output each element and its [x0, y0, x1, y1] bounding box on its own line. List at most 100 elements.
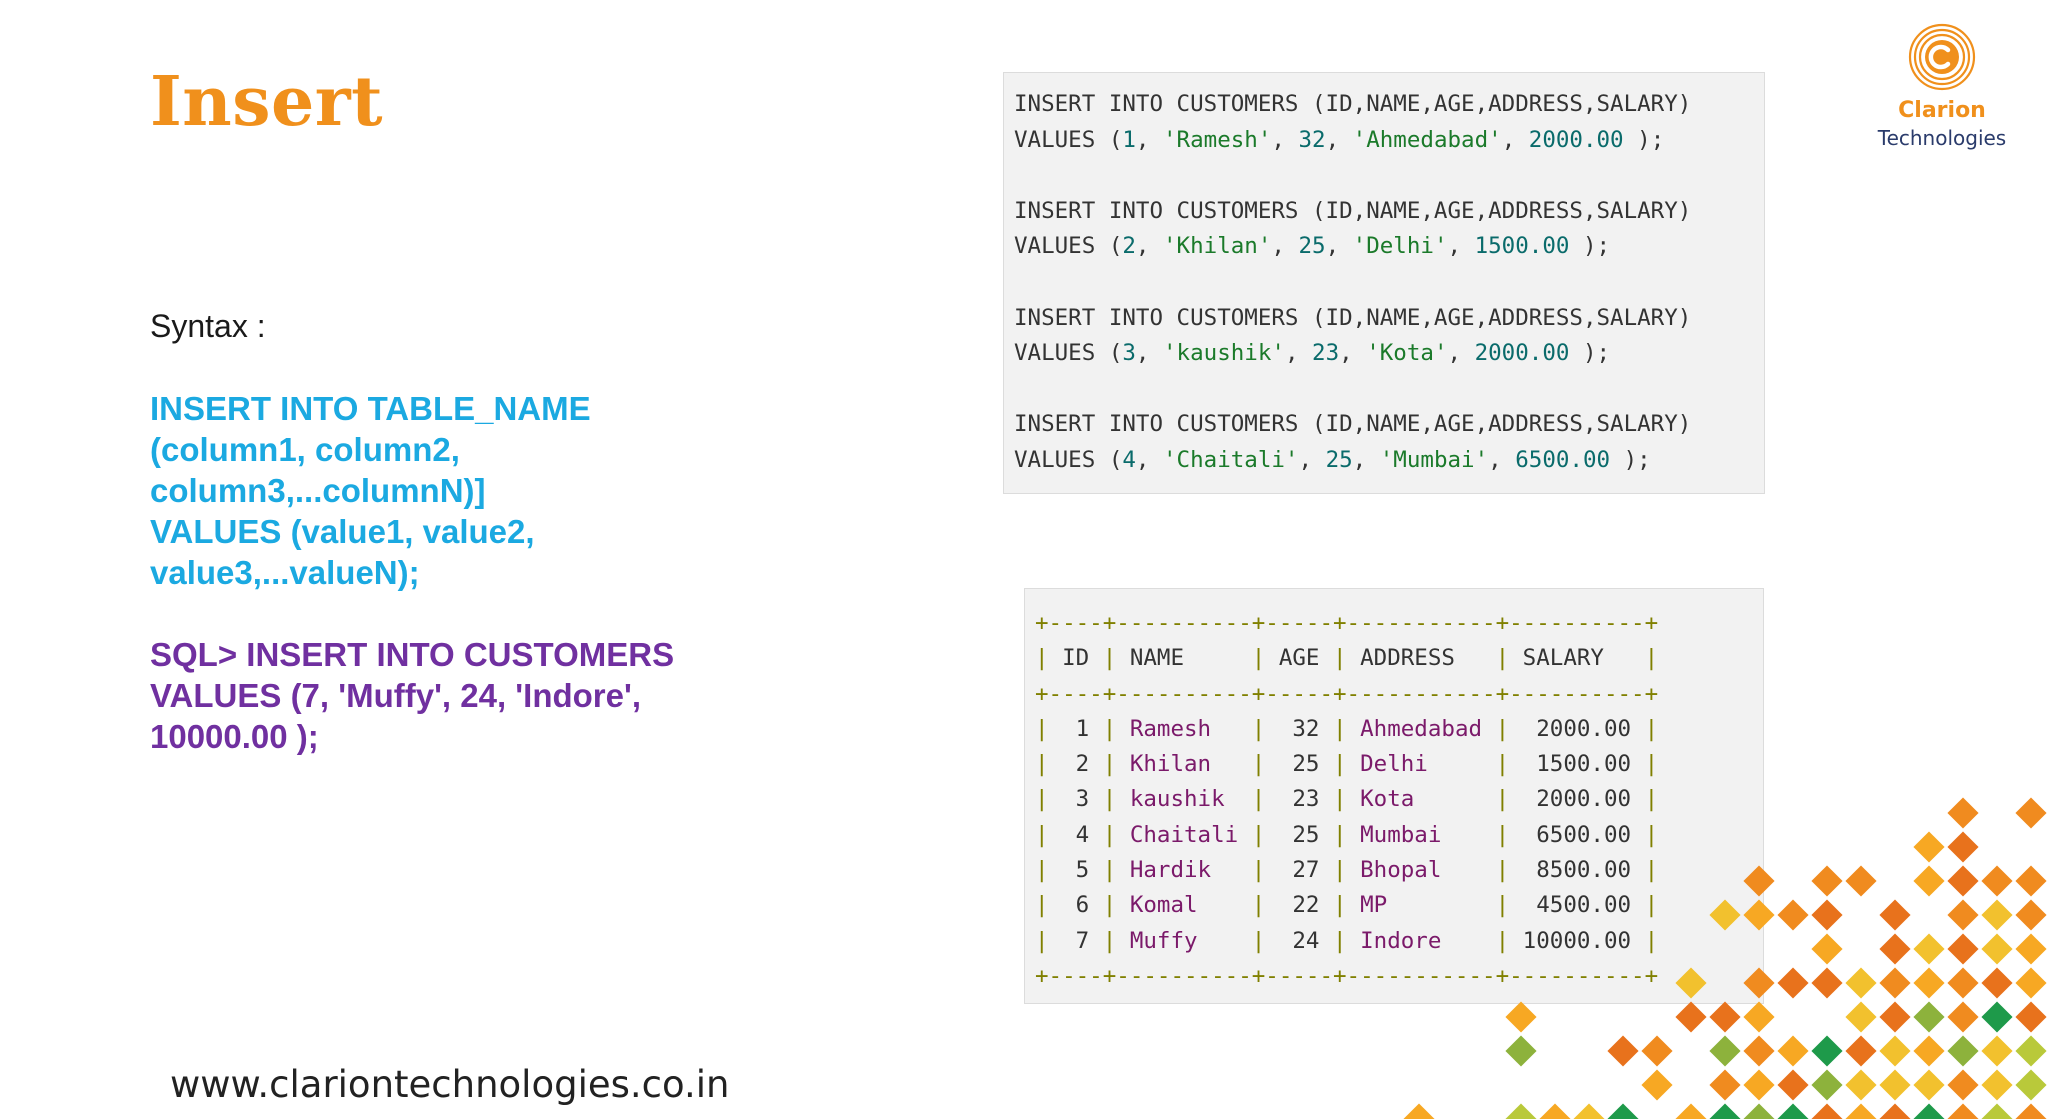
deco-square	[2015, 933, 2047, 965]
deco-square	[1981, 865, 2013, 897]
table-divider: |	[1251, 786, 1266, 813]
deco-square	[1879, 1001, 1911, 1033]
code-keyword: VALUES (	[1014, 446, 1123, 473]
code-line: VALUES (3, 'kaushik', 23, 'Kota', 2000.0…	[1014, 336, 1764, 372]
code-punct: ,	[1339, 340, 1367, 367]
deco-square	[1845, 1069, 1877, 1101]
table-cell: 4	[1048, 821, 1103, 848]
sql-statement: INSERT INTO CUSTOMERS (ID,NAME,AGE,ADDRE…	[1014, 87, 1764, 158]
table-header-cell: NAME	[1116, 645, 1252, 672]
deco-square	[1879, 899, 1911, 931]
table-divider: |	[1251, 751, 1266, 778]
deco-square	[2015, 865, 2047, 897]
syntax-line: INSERT INTO TABLE_NAME	[150, 390, 591, 427]
deco-square	[1913, 831, 1945, 863]
deco-square	[1539, 1103, 1571, 1119]
deco-square	[1811, 899, 1843, 931]
deco-square	[1607, 1035, 1639, 1067]
table-divider: |	[1035, 786, 1049, 813]
syntax-line: (column1, column2,	[150, 431, 460, 468]
code-number: 25	[1325, 446, 1353, 473]
table-cell: 7	[1048, 927, 1103, 954]
code-punct: ,	[1488, 446, 1516, 473]
deco-square	[1709, 1069, 1741, 1101]
table-cell: Khilan	[1116, 751, 1252, 778]
code-punct: );	[1623, 126, 1665, 153]
example-line: SQL> INSERT INTO CUSTOMERS	[150, 636, 675, 673]
deco-square	[1573, 1103, 1605, 1119]
deco-square	[1981, 899, 2013, 931]
code-number: 2	[1122, 233, 1136, 260]
deco-square	[1981, 1001, 2013, 1033]
code-line: INSERT INTO CUSTOMERS (ID,NAME,AGE,ADDRE…	[1014, 304, 1692, 331]
code-number: 6500.00	[1515, 446, 1611, 473]
code-number: 1	[1122, 126, 1136, 153]
syntax-block: INSERT INTO TABLE_NAME (column1, column2…	[150, 388, 710, 593]
deco-square	[2015, 967, 2047, 999]
table-cell: Muffy	[1116, 927, 1252, 954]
deco-square	[1505, 1035, 1537, 1067]
code-number: 23	[1312, 340, 1340, 367]
deco-square	[1947, 967, 1979, 999]
sql-statement: INSERT INTO CUSTOMERS (ID,NAME,AGE,ADDRE…	[1014, 407, 1764, 478]
logo-subtitle: Technologies	[1877, 126, 2007, 150]
deco-square	[1879, 967, 1911, 999]
code-punct: ,	[1135, 340, 1164, 367]
table-divider: |	[1102, 927, 1117, 954]
code-string: 'kaushik'	[1163, 340, 1285, 367]
deco-square	[1777, 1103, 1809, 1119]
deco-square	[1777, 899, 1809, 931]
table-divider: |	[1035, 892, 1049, 919]
deco-square	[1641, 1069, 1673, 1101]
code-string: 'Kota'	[1366, 340, 1448, 367]
code-punct: );	[1569, 340, 1611, 367]
deco-square	[1947, 1069, 1979, 1101]
table-cell: 6	[1048, 892, 1103, 919]
deco-square	[1947, 1035, 1979, 1067]
deco-square	[1947, 1001, 1979, 1033]
deco-square	[1947, 933, 1979, 965]
deco-square	[1947, 831, 1979, 863]
deco-square	[1879, 1069, 1911, 1101]
table-cell: 23	[1265, 786, 1334, 813]
table-cell: 2	[1048, 751, 1103, 778]
deco-square	[1981, 967, 2013, 999]
website-url: www.clariontechnologies.co.in	[170, 1063, 730, 1106]
deco-square	[1811, 933, 1843, 965]
code-line: VALUES (1, 'Ramesh', 32, 'Ahmedabad', 20…	[1014, 123, 1764, 159]
deco-square	[1743, 967, 1775, 999]
deco-square	[1777, 1069, 1809, 1101]
deco-square	[1811, 967, 1843, 999]
deco-square	[1641, 1035, 1673, 1067]
deco-square	[1607, 1103, 1639, 1119]
deco-square	[1913, 967, 1945, 999]
code-punct: ,	[1325, 126, 1353, 153]
deco-square	[1947, 865, 1979, 897]
clarion-c-logo-icon	[1908, 23, 1976, 91]
table-divider: |	[1251, 927, 1266, 954]
syntax-label: Syntax :	[150, 308, 266, 344]
deco-square	[1777, 1035, 1809, 1067]
code-line: INSERT INTO CUSTOMERS (ID,NAME,AGE,ADDRE…	[1014, 197, 1692, 224]
code-string: 'Chaitali'	[1163, 446, 1299, 473]
table-divider: |	[1102, 715, 1117, 742]
decorative-pixel-pattern	[1403, 797, 2047, 1119]
example-line: VALUES (7, 'Muffy', 24, 'Indore',	[150, 677, 642, 714]
logo-name: Clarion	[1898, 98, 1986, 123]
table-divider: |	[1333, 645, 1347, 672]
deco-square	[1879, 1035, 1911, 1067]
table-header-cell: SALARY	[1509, 645, 1645, 672]
deco-square	[1981, 933, 2013, 965]
deco-square	[2015, 1103, 2047, 1119]
code-punct: ,	[1271, 233, 1299, 260]
deco-square	[1913, 865, 1945, 897]
table-cell: 3	[1048, 786, 1103, 813]
deco-square	[1845, 967, 1877, 999]
deco-square	[1981, 1069, 2013, 1101]
table-header-cell: ADDRESS	[1346, 645, 1496, 672]
example-line: 10000.00 );	[150, 718, 319, 755]
code-number: 25	[1298, 233, 1326, 260]
table-cell: 27	[1265, 857, 1334, 884]
table-header-cell: AGE	[1265, 645, 1334, 672]
sql-statement: INSERT INTO CUSTOMERS (ID,NAME,AGE,ADDRE…	[1014, 301, 1764, 372]
